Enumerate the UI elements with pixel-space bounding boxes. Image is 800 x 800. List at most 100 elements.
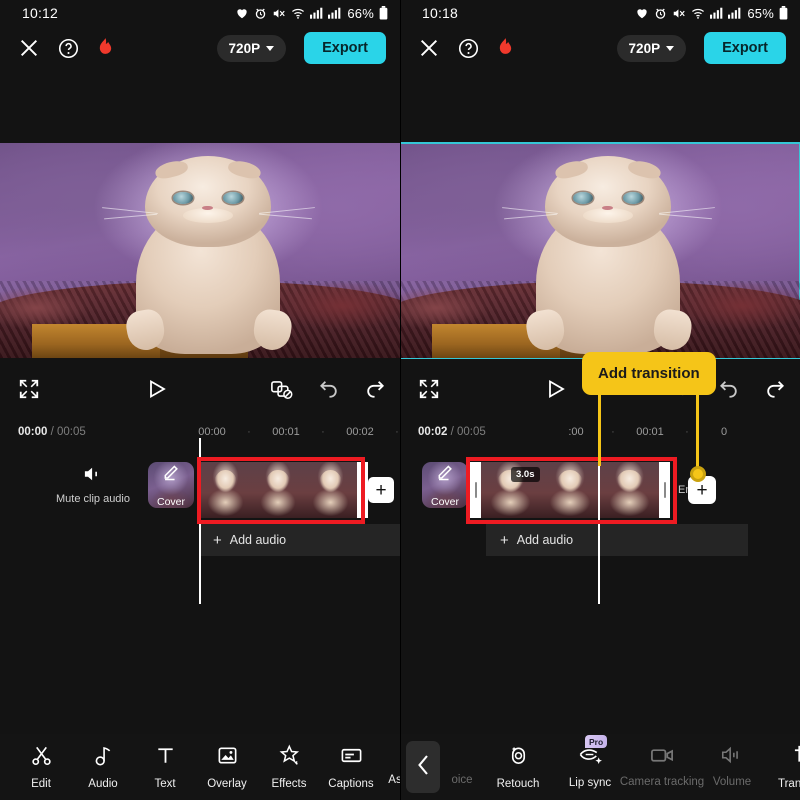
pro-badge: Pro xyxy=(585,735,608,749)
help-icon[interactable] xyxy=(58,38,79,59)
ruler-tick: 00:01 xyxy=(636,426,664,438)
back-button[interactable] xyxy=(406,741,440,793)
mute-clip-audio-label: Mute clip audio xyxy=(56,493,130,505)
ruler-tick: · xyxy=(395,426,399,438)
add-transition-callout[interactable]: Add transition xyxy=(582,352,716,395)
tool-label: Captions xyxy=(328,777,374,790)
ruler-tick: 00:00 xyxy=(198,426,226,438)
panel-divider xyxy=(400,0,401,800)
heart-icon xyxy=(235,6,249,20)
ruler-tick: · xyxy=(321,426,325,438)
tool-overlay[interactable]: Overlay xyxy=(196,744,258,791)
close-icon[interactable] xyxy=(418,37,440,59)
volume-icon xyxy=(720,745,744,770)
export-button[interactable]: Export xyxy=(304,32,386,64)
video-preview-left[interactable] xyxy=(0,143,400,358)
undo-icon[interactable] xyxy=(318,379,340,399)
tool-label: Edit xyxy=(31,777,51,790)
preview-canvas xyxy=(0,143,400,358)
tool-effects[interactable]: Effects xyxy=(258,744,320,791)
tool-aspect-ratio[interactable]: As xyxy=(382,748,400,787)
resolution-selector[interactable]: 720P xyxy=(616,34,687,62)
heart-icon xyxy=(635,6,649,20)
clip-frame xyxy=(199,462,252,518)
clip-controls-row: Cover xyxy=(400,462,468,508)
add-clip-inline-button[interactable]: + xyxy=(368,477,394,503)
camera-tracking-icon xyxy=(650,745,675,770)
timeline-right: 00:02 / 00:05 :00 · 00:01 · 0 · · xyxy=(400,352,800,604)
play-icon[interactable] xyxy=(144,377,168,401)
video-track-row: 3.0s Ending xyxy=(470,462,712,518)
cover-label: Cover xyxy=(430,496,459,508)
close-icon[interactable] xyxy=(18,37,40,59)
status-bar-right: 10:18 65% xyxy=(400,0,800,26)
tool-retouch[interactable]: Retouch xyxy=(482,744,554,791)
ruler-ticks: 00:00 · 00:01 · 00:02 · 00:03 · 0 xyxy=(184,420,400,444)
expand-icon[interactable] xyxy=(418,378,440,400)
no-transition-icon[interactable] xyxy=(271,378,294,400)
ruler-tick: 00:01 xyxy=(272,426,300,438)
tool-voice[interactable]: oice xyxy=(442,748,482,787)
flame-icon[interactable] xyxy=(97,37,114,59)
playhead[interactable] xyxy=(199,438,201,604)
clip-trim-handle-left[interactable] xyxy=(470,462,481,518)
ruler-tick: :00 xyxy=(568,426,584,438)
mute-icon xyxy=(272,7,286,20)
tool-edit[interactable]: Edit xyxy=(10,744,72,791)
tool-audio[interactable]: Audio xyxy=(72,744,134,791)
tool-label: oice xyxy=(451,773,473,786)
export-button[interactable]: Export xyxy=(704,32,786,64)
cat-subject xyxy=(101,155,315,354)
timeline-left: 00:00 / 00:05 00:00 · 00:01 · 00:02 · 00… xyxy=(0,420,400,604)
ruler-tick: · xyxy=(247,426,251,438)
tool-volume[interactable]: Volume xyxy=(698,745,766,789)
expand-icon[interactable] xyxy=(18,378,40,400)
transition-marker-icon[interactable] xyxy=(690,466,706,482)
tool-camera-tracking[interactable]: Camera tracking xyxy=(620,745,704,789)
status-clock: 10:12 xyxy=(22,5,59,21)
signal-2-icon xyxy=(728,7,741,19)
plus-icon: + xyxy=(500,531,509,549)
status-icons: 65% xyxy=(635,6,788,21)
video-clip[interactable] xyxy=(199,462,357,518)
captions-icon xyxy=(340,744,363,772)
clip-trim-handle-right[interactable] xyxy=(357,462,368,518)
tool-label: As xyxy=(388,773,400,786)
callout-stem-left xyxy=(598,388,601,466)
resolution-selector[interactable]: 720P xyxy=(216,34,287,62)
retouch-face-icon xyxy=(507,744,530,772)
clip-duration-badge: 3.0s xyxy=(511,467,540,482)
flame-icon[interactable] xyxy=(497,37,514,59)
timeline-tracks: Mute clip audio Cover + + Add audio xyxy=(0,438,400,604)
music-note-icon xyxy=(92,744,115,772)
video-preview-right[interactable] xyxy=(400,142,800,359)
tool-label: Transform xyxy=(778,777,800,790)
alarm-icon xyxy=(254,7,267,20)
cover-button[interactable]: Cover xyxy=(422,462,468,508)
top-bar-right: 720P Export xyxy=(400,26,800,70)
mute-clip-audio-button[interactable]: Mute clip audio xyxy=(56,465,130,505)
bottom-toolbar-right: oice Retouch Pro Lip sync Camera trackin… xyxy=(400,734,800,800)
clip-trim-handle-right[interactable] xyxy=(659,462,670,518)
add-audio-button[interactable]: + Add audio xyxy=(486,524,748,556)
play-icon[interactable] xyxy=(543,377,567,401)
signal-icon xyxy=(710,7,723,19)
redo-icon[interactable] xyxy=(764,379,786,399)
timecode-right: 00:02 / 00:05 xyxy=(418,426,486,438)
tool-lip-sync[interactable]: Pro Lip sync xyxy=(554,735,626,790)
tool-label: Lip sync xyxy=(568,777,612,790)
sparkle-star-icon xyxy=(278,744,301,772)
plus-icon: + xyxy=(213,531,222,549)
lip-sync-icon xyxy=(578,744,603,771)
redo-icon[interactable] xyxy=(364,379,386,399)
tool-transform[interactable]: Transform xyxy=(766,744,800,791)
help-icon[interactable] xyxy=(458,38,479,59)
tool-captions[interactable]: Captions xyxy=(320,744,382,791)
video-track-row: + ing xyxy=(199,462,400,518)
undo-icon[interactable] xyxy=(718,379,740,399)
cover-button[interactable]: Cover xyxy=(148,462,194,508)
tool-text[interactable]: Text xyxy=(134,744,196,791)
video-clip[interactable]: 3.0s xyxy=(470,462,670,518)
add-audio-button[interactable]: + Add audio xyxy=(199,524,400,556)
clip-frame: 3.0s xyxy=(481,462,541,518)
